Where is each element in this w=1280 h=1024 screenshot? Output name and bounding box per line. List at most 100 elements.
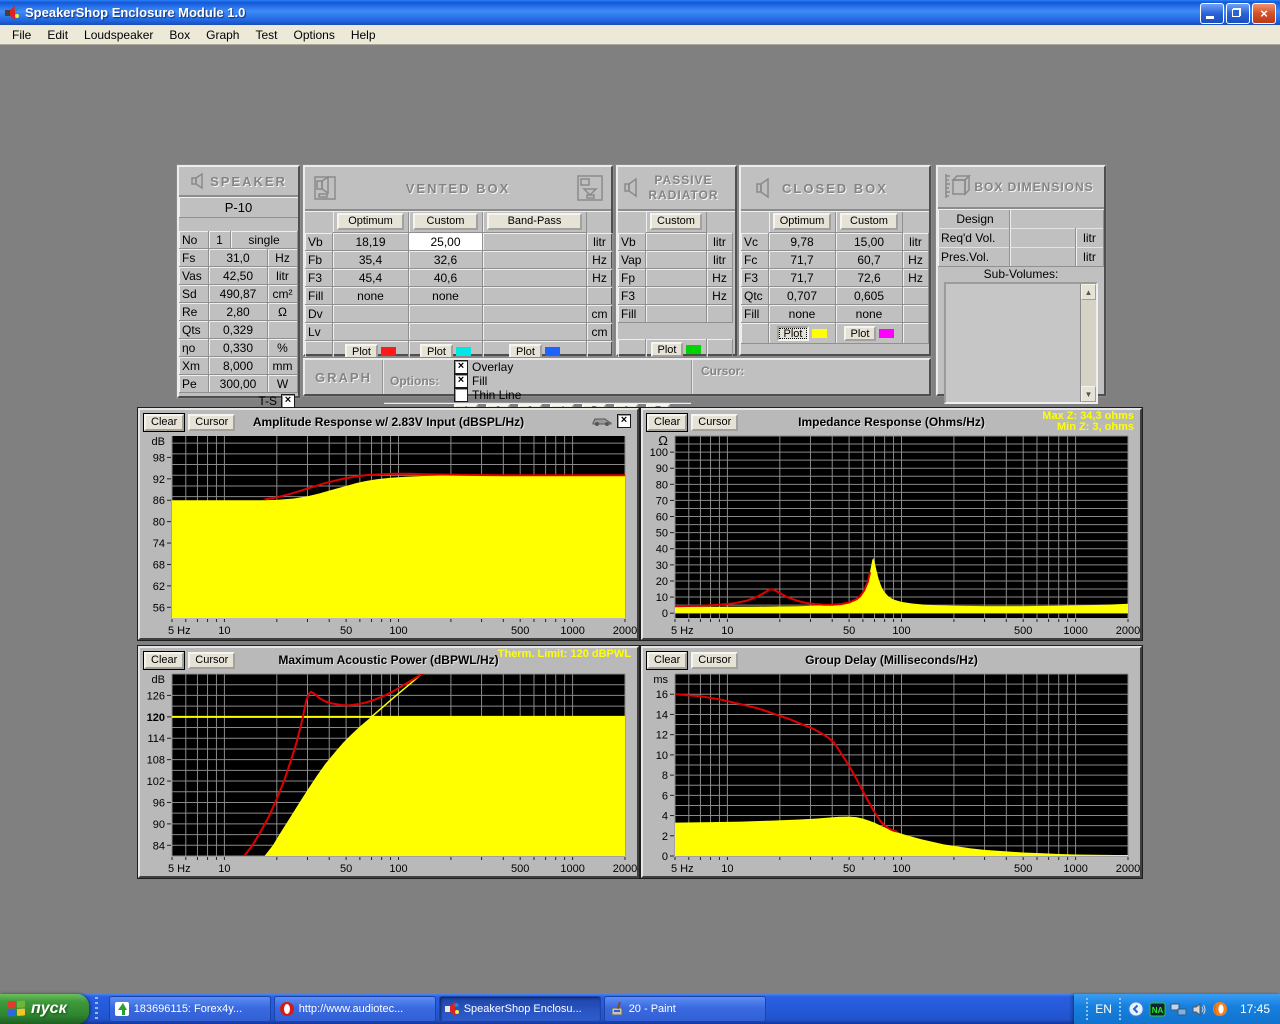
clock[interactable]: 17:45 (1240, 1002, 1270, 1016)
sub-volumes-listbox[interactable]: ▲ ▼ (944, 282, 1098, 404)
scroll-down-button[interactable]: ▼ (1081, 386, 1096, 402)
max-power-cursor-button[interactable]: Cursor (188, 652, 235, 669)
thin-line-checkbox[interactable] (454, 388, 468, 402)
speaker-model[interactable]: P-10 (179, 197, 298, 218)
fill-checkbox[interactable]: × (454, 374, 468, 388)
scroll-up-button[interactable]: ▲ (1081, 284, 1096, 300)
vented-value-cell[interactable] (333, 323, 409, 341)
car-response-checkbox[interactable]: × (617, 414, 631, 428)
menu-help[interactable]: Help (343, 26, 384, 44)
vented-value-cell[interactable] (483, 233, 587, 251)
box-dim-value[interactable] (1010, 247, 1076, 267)
vented-value-cell[interactable]: 25,00 (409, 233, 483, 251)
menu-box[interactable]: Box (161, 26, 198, 44)
vented-value-cell[interactable]: none (333, 287, 409, 305)
vented-plot-button-3[interactable]: Plot (509, 344, 542, 359)
group-delay-plot-area[interactable]: 0246810121416ms5 Hz105010050010002000 (643, 672, 1140, 876)
speaker-no-mode[interactable]: single (231, 231, 298, 249)
vented-value-cell[interactable] (409, 305, 483, 323)
vented-plot-button-2[interactable]: Plot (420, 344, 453, 359)
param-value[interactable]: 2,80 (209, 303, 268, 321)
close-button[interactable]: × (1252, 3, 1276, 24)
opera-tray-icon[interactable] (1212, 1001, 1229, 1018)
closed-value-cell[interactable]: 15,00 (836, 233, 903, 251)
menu-options[interactable]: Options (285, 26, 342, 44)
tray-grip[interactable] (1086, 998, 1088, 1020)
restore-button[interactable] (1226, 3, 1250, 24)
task-forex[interactable]: 183696115: Forex4y... (109, 996, 271, 1022)
passive-value-cell[interactable] (646, 305, 707, 323)
vented-value-cell[interactable]: 32,6 (409, 251, 483, 269)
vented-value-cell[interactable] (483, 305, 587, 323)
vented-value-cell[interactable]: 35,4 (333, 251, 409, 269)
hide-icons-chevron[interactable] (1128, 1001, 1145, 1018)
menu-loudspeaker[interactable]: Loudspeaker (76, 26, 161, 44)
design-button[interactable]: Design (938, 209, 1010, 229)
group-delay-clear-button[interactable]: Clear (647, 652, 687, 669)
na-indicator[interactable]: NA (1149, 1001, 1166, 1018)
closed-optimum-button[interactable]: Optimum (773, 213, 831, 230)
vented-value-cell[interactable] (333, 305, 409, 323)
network-icon[interactable] (1170, 1001, 1187, 1018)
closed-value-cell[interactable]: none (836, 305, 903, 323)
param-value[interactable]: 42,50 (209, 267, 268, 285)
sub-volumes-scrollbar[interactable]: ▲ ▼ (1080, 284, 1096, 402)
speaker-no-value[interactable]: 1 (209, 231, 231, 249)
passive-value-cell[interactable] (646, 269, 707, 287)
impedance-plot-area[interactable]: 0102030405060708090100Ω5 Hz1050100500100… (643, 434, 1140, 638)
param-value[interactable]: 0,329 (209, 321, 268, 339)
max-power-plot-area[interactable]: 849096102108114120126dB5 Hz1050100500100… (140, 672, 637, 876)
task-paint[interactable]: 20 - Paint (604, 996, 766, 1022)
closed-value-cell[interactable]: 60,7 (836, 251, 903, 269)
vented-plot-button-1[interactable]: Plot (345, 344, 378, 359)
task-opera[interactable]: http://www.audiotec... (274, 996, 436, 1022)
menu-edit[interactable]: Edit (39, 26, 76, 44)
amplitude-clear-button[interactable]: Clear (144, 414, 184, 431)
impedance-cursor-button[interactable]: Cursor (691, 414, 738, 431)
group-delay-cursor-button[interactable]: Cursor (691, 652, 738, 669)
minimize-button[interactable] (1200, 3, 1224, 24)
vented-value-cell[interactable]: 45,4 (333, 269, 409, 287)
closed-plot-button-2[interactable]: Plot (844, 326, 877, 341)
window-titlebar[interactable]: SpeakerShop Enclosure Module 1.0 × (0, 0, 1280, 25)
language-indicator[interactable]: EN (1095, 1002, 1112, 1016)
vented-custom-button[interactable]: Custom (413, 213, 478, 230)
menu-graph[interactable]: Graph (198, 26, 247, 44)
closed-value-cell[interactable]: 72,6 (836, 269, 903, 287)
vented-value-cell[interactable]: 18,19 (333, 233, 409, 251)
param-value[interactable]: 31,0 (209, 249, 268, 267)
closed-plot-button-1[interactable]: Plot (777, 326, 810, 341)
vented-value-cell[interactable] (483, 269, 587, 287)
overlay-checkbox[interactable]: × (454, 360, 468, 374)
quick-launch-separator[interactable] (92, 997, 100, 1021)
param-value[interactable]: 300,00 (209, 375, 268, 393)
passive-custom-button[interactable]: Custom (650, 213, 702, 230)
vented-optimum-button[interactable]: Optimum (337, 213, 404, 230)
vented-value-cell[interactable] (409, 323, 483, 341)
param-value[interactable]: 0,330 (209, 339, 268, 357)
vented-value-cell[interactable] (483, 287, 587, 305)
vented-value-cell[interactable] (483, 323, 587, 341)
vented-value-cell[interactable]: none (409, 287, 483, 305)
closed-value-cell[interactable]: 9,78 (769, 233, 836, 251)
box-dim-value[interactable] (1010, 228, 1076, 248)
param-value[interactable]: 8,000 (209, 357, 268, 375)
passive-value-cell[interactable] (646, 251, 707, 269)
menu-test[interactable]: Test (247, 26, 285, 44)
volume-icon[interactable] (1191, 1001, 1208, 1018)
closed-custom-button[interactable]: Custom (840, 213, 898, 230)
menu-file[interactable]: File (4, 26, 39, 44)
passive-value-cell[interactable] (646, 287, 707, 305)
task-speakershop[interactable]: SpeakerShop Enclosu... (439, 996, 601, 1022)
amplitude-cursor-button[interactable]: Cursor (188, 414, 235, 431)
closed-value-cell[interactable]: 0,707 (769, 287, 836, 305)
closed-value-cell[interactable]: none (769, 305, 836, 323)
start-button[interactable]: пуск (0, 994, 89, 1024)
impedance-clear-button[interactable]: Clear (647, 414, 687, 431)
closed-value-cell[interactable]: 71,7 (769, 269, 836, 287)
vented-bandpass-button[interactable]: Band-Pass (487, 213, 582, 230)
vented-value-cell[interactable] (483, 251, 587, 269)
closed-value-cell[interactable]: 0,605 (836, 287, 903, 305)
param-value[interactable]: 490,87 (209, 285, 268, 303)
amplitude-plot-area[interactable]: 5662687480869298dB5 Hz105010050010002000 (140, 434, 637, 638)
